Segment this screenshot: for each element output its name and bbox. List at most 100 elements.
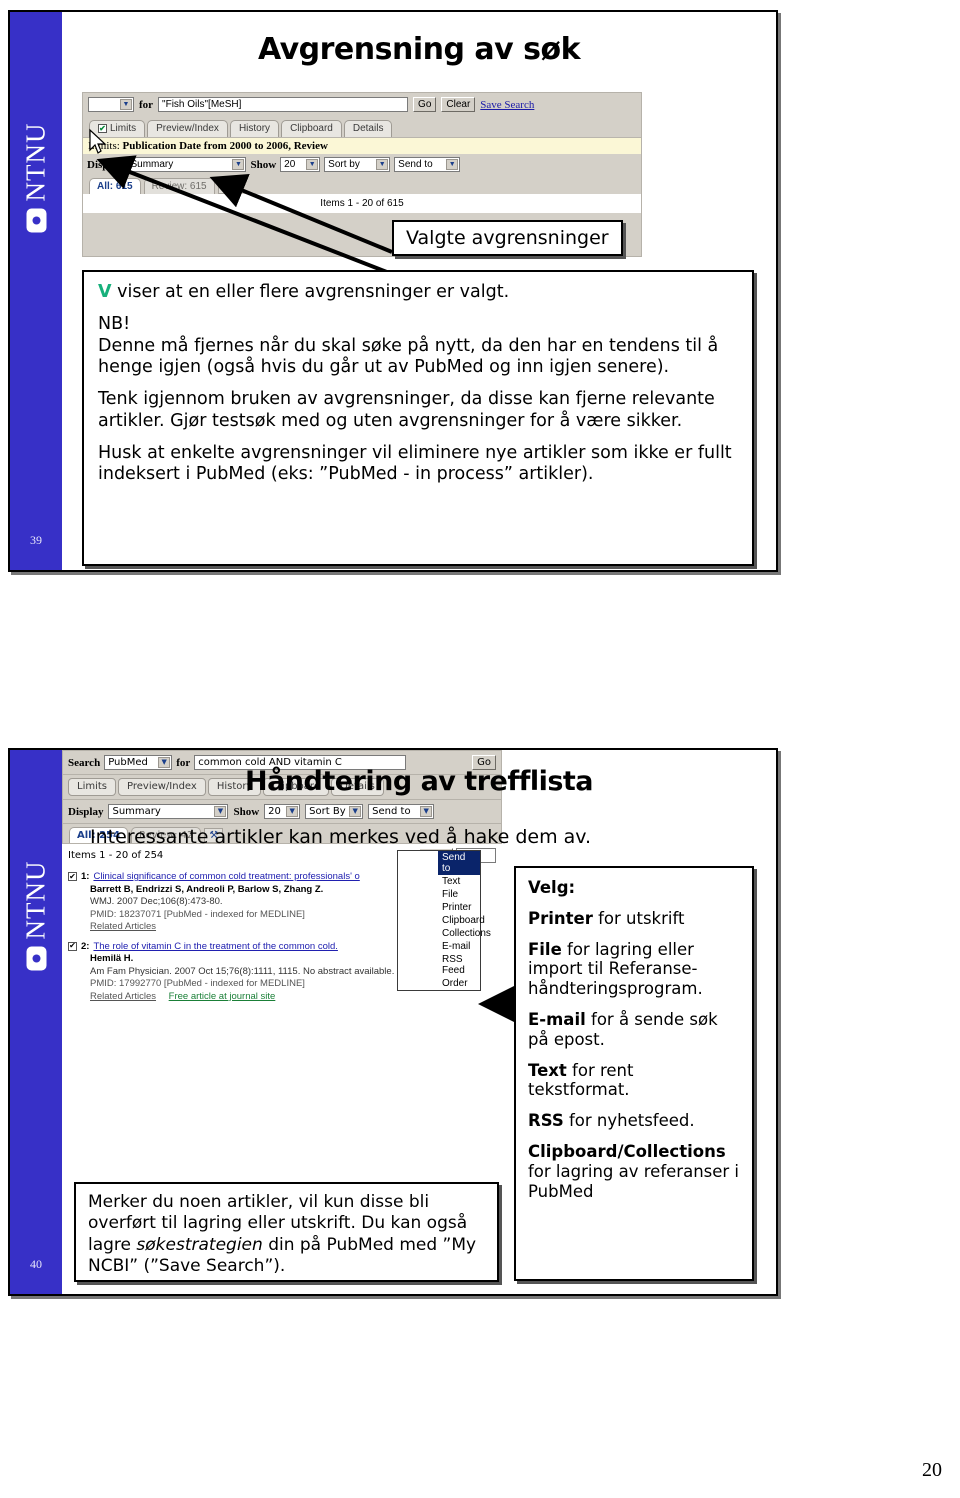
note-nb-body: Denne må fjernes når du skal søke på nyt… [98, 335, 719, 378]
related-articles-link[interactable]: Related Articles [90, 991, 156, 1002]
menu-item-file[interactable]: File [438, 888, 480, 901]
velg-item-email-bold: E-mail [528, 1009, 586, 1029]
sendto-dropdown-menu-40[interactable]: Send to Text File Printer Clipboard Coll… [397, 850, 491, 991]
go-button-39[interactable]: Go [413, 97, 437, 112]
chevron-down-icon: ▼ [286, 806, 299, 817]
chevron-down-icon: ▼ [120, 99, 132, 110]
menu-item-order[interactable]: Order [438, 977, 480, 990]
result-number: 2: [81, 940, 90, 952]
database-value-40: PubMed [108, 757, 148, 768]
show-select-40[interactable]: 20 ▼ [264, 804, 301, 819]
display-select-39[interactable]: Summary ▼ [126, 157, 247, 172]
display-controls-39: Display Summary ▼ Show 20 ▼ Sort by ▼ Se… [83, 154, 641, 175]
menu-item-text[interactable]: Text [438, 875, 480, 888]
menu-item-email[interactable]: E-mail [438, 940, 480, 953]
result-count-tabs-39: All: 615 Review: 615 ⚒ [83, 175, 641, 194]
database-select-39[interactable]: ▼ [88, 97, 134, 112]
velg-item-rss-bold: RSS [528, 1111, 564, 1131]
chevron-down-icon: ▼ [214, 806, 227, 817]
notes-box-39: V viser at en eller flere avgrensninger … [82, 270, 754, 566]
ntnu-sidebar-40: NTNU 40 [10, 750, 62, 1294]
tab-clipboard-39[interactable]: Clipboard [281, 120, 342, 137]
velg-heading-text: Velg: [528, 878, 576, 897]
display-select-40[interactable]: Summary ▼ [108, 804, 229, 819]
result-title-link[interactable]: The role of vitamin C in the treatment o… [93, 941, 337, 954]
tab-limits-label-39: Limits [110, 123, 137, 134]
velg-item-clipboard: Clipboard/Collections for lagring av ref… [528, 1142, 740, 1201]
show-label-39: Show [250, 158, 277, 171]
slide-40-body: Håndtering av trefflista Interessante ar… [62, 750, 776, 1294]
callout-valgte-avgrensninger: Valgte avgrensninger [392, 220, 623, 256]
velg-item-printer: Printer for utskrift [528, 909, 740, 929]
limits-checkbox-icon[interactable]: ✔ [98, 124, 107, 133]
ntnu-logo-mark-icon [26, 208, 46, 233]
sort-select-40[interactable]: Sort By ▼ [305, 804, 364, 819]
show-value-40: 20 [268, 806, 281, 817]
free-article-link[interactable]: Free article at journal site [169, 991, 276, 1002]
velg-heading: Velg: [528, 878, 740, 898]
chevron-down-icon: ▼ [376, 159, 389, 170]
wrench-icon[interactable]: ⚒ [217, 179, 237, 194]
count-tab-review-39[interactable]: Review: 615 [143, 178, 215, 194]
slide-39-body: Avgrensning av søk ▼ for "Fish Oils"[MeS… [62, 12, 776, 570]
ntnu-logo-text: NTNU [20, 860, 51, 940]
note-line-1-rest: viser at en eller flere avgrensninger er… [111, 282, 510, 302]
items-range-39: Items 1 - 20 of 615 [83, 194, 641, 213]
clear-button-39[interactable]: Clear [441, 97, 476, 112]
tab-limits-39[interactable]: ✔ Limits [89, 120, 146, 137]
sendto-select-40[interactable]: Send to ▼ [368, 804, 435, 819]
chevron-down-icon: ▼ [306, 159, 319, 170]
velg-item-printer-rest: for utskrift [592, 908, 685, 928]
note-para-3: Tenk igjennom bruken av avgrensninger, d… [98, 389, 715, 431]
chevron-down-icon: ▼ [420, 806, 433, 817]
menu-item-rss-feed[interactable]: RSS Feed [438, 953, 480, 977]
menu-item-send-to[interactable]: Send to [438, 851, 480, 875]
result-number: 1: [81, 871, 90, 882]
slide-40-title: Håndtering av trefflista [244, 766, 594, 797]
pubmed-tabs-39: ✔ Limits Preview/Index History Clipboard… [83, 116, 641, 137]
display-value-40: Summary [112, 806, 161, 817]
show-label-40: Show [233, 805, 260, 818]
notes-box-40-left-text: Merker du noen artikler, vil kun disse b… [88, 1192, 477, 1276]
tab-history-39[interactable]: History [229, 120, 280, 137]
tab-details-39[interactable]: Details [343, 120, 393, 137]
sendto-value-39: Send to [398, 159, 433, 170]
velg-item-rss: RSS for nyhetsfeed. [528, 1111, 740, 1131]
slide-number-40: 40 [30, 1257, 42, 1271]
sendto-select-39[interactable]: Send to ▼ [394, 157, 461, 172]
save-search-link-39[interactable]: Save Search [480, 99, 534, 111]
result-checkbox-icon[interactable]: ✔ [68, 872, 77, 881]
sort-value-40: Sort By [309, 806, 346, 817]
menu-item-printer[interactable]: Printer [438, 901, 480, 914]
velg-item-rss-rest: for nyhetsfeed. [563, 1111, 695, 1131]
sort-select-39[interactable]: Sort by ▼ [324, 157, 391, 172]
velg-item-email: E-mail for å sende søk på epost. [528, 1010, 740, 1050]
velg-item-clipboard-rest: for lagring av referanser i PubMed [528, 1161, 740, 1201]
result-title-link[interactable]: Clinical significance of common cold tre… [93, 871, 359, 884]
query-input-39[interactable]: "Fish Oils"[MeSH] [158, 97, 409, 112]
note-line-1: V viser at en eller flere avgrensninger … [98, 282, 738, 303]
related-articles-link[interactable]: Related Articles [90, 921, 156, 932]
menu-item-clipboard[interactable]: Clipboard [438, 914, 485, 927]
menu-item-collections[interactable]: Collections [438, 927, 491, 940]
velg-item-text: Text for rent tekstformat. [528, 1061, 740, 1101]
slide-39-title: Avgrensning av søk [257, 32, 581, 67]
count-tab-all-39[interactable]: All: 615 [89, 178, 141, 194]
tab-preview-index-39[interactable]: Preview/Index [147, 120, 228, 137]
velg-item-text-bold: Text [528, 1060, 567, 1080]
note-nb-head: NB! [98, 314, 131, 335]
result-checkbox-icon[interactable]: ✔ [68, 941, 77, 951]
slide-39: NTNU 39 Avgrensning av søk ▼ for "Fish O… [8, 10, 778, 572]
ntnu-logo-39: NTNU [21, 123, 52, 233]
show-select-39[interactable]: 20 ▼ [280, 157, 321, 172]
note-para-4: Husk at enkelte avgrensninger vil elimin… [98, 443, 732, 485]
display-label-40: Display [68, 805, 104, 818]
chevron-down-icon: ▼ [158, 757, 171, 768]
sort-value-39: Sort by [328, 159, 360, 170]
pubmed-search-bar-39: ▼ for "Fish Oils"[MeSH] Go Clear Save Se… [83, 93, 641, 116]
database-select-40[interactable]: PubMed ▼ [104, 755, 173, 770]
items-range-40: Items 1 - 20 of 254 [68, 850, 164, 861]
velg-item-printer-bold: Printer [528, 908, 593, 928]
limits-prefix-39: Limits: [88, 140, 120, 152]
display-value-39: Summary [130, 159, 174, 170]
